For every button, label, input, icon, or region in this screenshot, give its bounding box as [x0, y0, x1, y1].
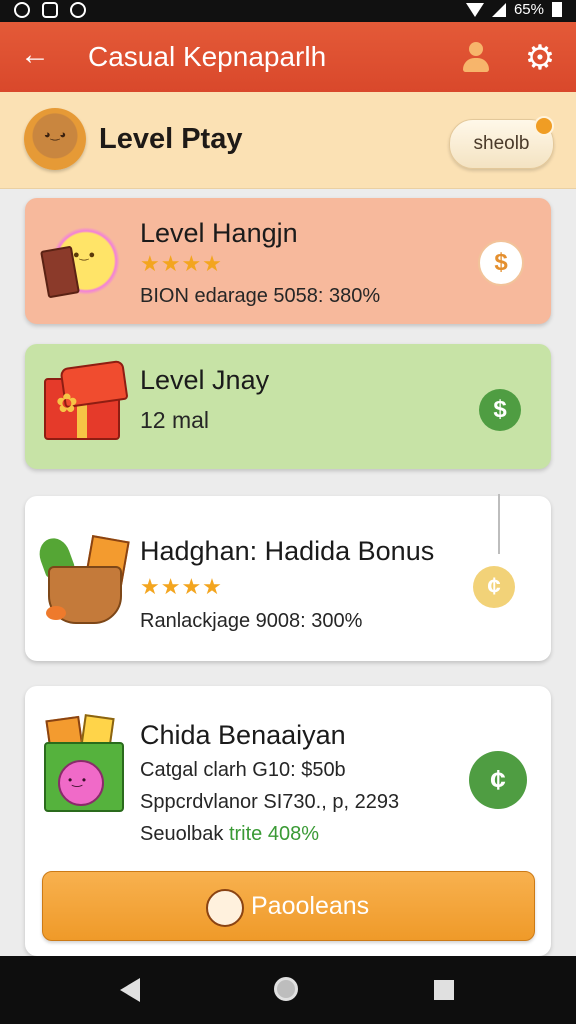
profile-icon[interactable] — [460, 40, 492, 74]
peach-icon — [206, 889, 244, 927]
profile-icon-body — [463, 58, 489, 72]
card-line-1: Catgal clarh G10: $50b — [140, 759, 346, 781]
card-rating-1: ★★★★ — [140, 251, 223, 276]
card-detail-2: 12 mal — [140, 407, 210, 433]
card-title-2: Level Jnay — [140, 365, 270, 395]
status-bar: 65% — [0, 0, 576, 22]
notification-badge — [534, 116, 554, 136]
battery-text: 65% — [513, 1, 544, 18]
app-title: Casual Kepnaparlh — [88, 41, 327, 72]
card-detail-3: Ranlackjage 9008: 300% — [140, 610, 363, 632]
coin-icon[interactable]: ¢ — [469, 751, 527, 809]
coin-icon[interactable]: $ — [478, 240, 524, 286]
coin-icon[interactable]: $ — [479, 389, 521, 431]
primary-action-label: Paooleans — [251, 892, 370, 920]
nav-recents-icon[interactable] — [434, 980, 454, 1000]
gear-icon[interactable]: ⚙ — [522, 40, 558, 76]
coin-icon[interactable]: ¢ — [473, 566, 515, 608]
carrot-illustration — [46, 606, 66, 620]
app-bar: ← Casual Kepnaparlh ⚙ — [0, 22, 576, 92]
nav-home-icon[interactable] — [274, 977, 298, 1001]
card-title-1: Level Hangjn — [140, 218, 298, 248]
card-rating-3: ★★★★ — [140, 574, 223, 599]
card-detail-1: BION edarage 5058: 380% — [140, 285, 381, 307]
bow-icon: ✿ — [56, 388, 78, 418]
nav-back-icon[interactable] — [120, 978, 140, 1002]
card-title-4: Chida Benaaiyan — [140, 720, 346, 750]
card-line-3: Seuolbak trite 408% — [140, 823, 319, 846]
battery-icon — [552, 2, 562, 17]
primary-action-button[interactable]: Paooleans — [42, 871, 535, 941]
status-alarm-icon — [70, 2, 86, 18]
card-title-3: Hadghan: Hadida Bonus — [140, 536, 435, 566]
hanging-string — [498, 494, 500, 554]
card-line-2: Sppcrdvlanor SI730., p, 2293 — [140, 791, 400, 813]
signal-icon — [491, 2, 506, 17]
back-arrow-icon[interactable]: ← — [18, 38, 52, 72]
wifi-icon — [465, 2, 484, 17]
card-line-3-prefix: Seuolbak — [140, 823, 229, 845]
status-app-icon — [42, 2, 58, 18]
profile-icon-head — [469, 42, 483, 56]
card-line-3-highlight: trite 408% — [228, 823, 320, 845]
avatar[interactable] — [24, 108, 86, 170]
status-notification-icon — [14, 2, 30, 18]
status-right: 65% — [465, 1, 562, 18]
level-title: Level Ptay — [99, 123, 243, 155]
status-left — [14, 2, 86, 18]
system-nav-bar — [0, 956, 576, 1024]
mascot-illustration — [58, 760, 104, 806]
